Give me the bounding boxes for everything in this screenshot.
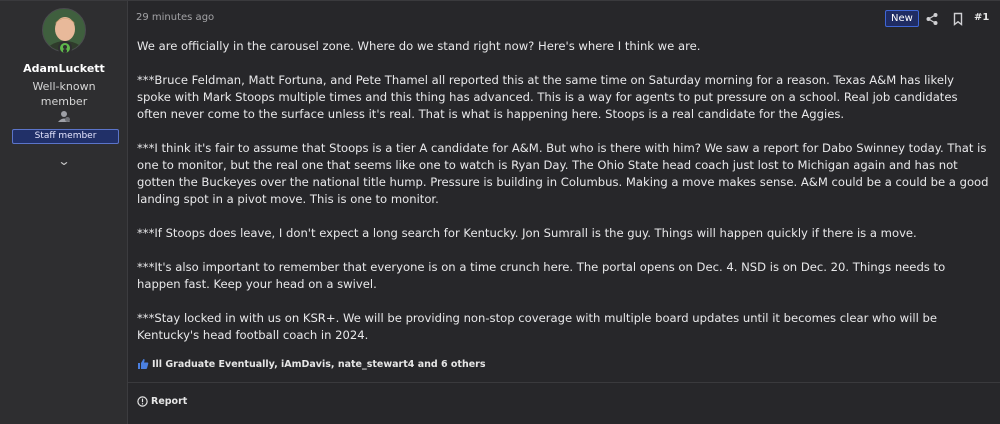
post-paragraph: ***If Stoops does leave, I don't expect …	[137, 226, 917, 240]
username[interactable]: AdamLuckett	[0, 62, 128, 75]
post-paragraph: We are officially in the carousel zone. …	[137, 39, 701, 53]
post-paragraph: ***Stay locked in with us on KSR+. We wi…	[137, 311, 937, 342]
online-status-icon	[58, 41, 72, 55]
report-icon	[137, 396, 148, 407]
post-content: 29 minutes ago New #1 We are officially …	[128, 1, 1000, 424]
user-role-icon	[57, 109, 71, 123]
post-body: We are officially in the carousel zone. …	[137, 38, 989, 344]
post-paragraph: ***It's also important to remember that …	[137, 260, 946, 291]
staff-member-badge: Staff member	[12, 129, 119, 144]
share-icon[interactable]	[925, 11, 939, 25]
reactions-list[interactable]: Ill Graduate Eventually, iAmDavis, nate_…	[152, 359, 486, 370]
bookmark-icon[interactable]	[951, 11, 965, 26]
like-icon	[138, 359, 149, 369]
report-link[interactable]: Report	[137, 396, 187, 407]
post-paragraph: ***I think it's fair to assume that Stoo…	[137, 141, 989, 206]
post-timestamp[interactable]: 29 minutes ago	[136, 12, 214, 23]
reactions-bar[interactable]: Ill Graduate Eventually, iAmDavis, nate_…	[137, 356, 486, 372]
chevron-down-icon[interactable]: ⌄	[55, 154, 73, 168]
post-paragraph: ***Bruce Feldman, Matt Fortuna, and Pete…	[137, 73, 958, 121]
new-badge: New	[885, 10, 919, 27]
user-panel: AdamLuckett Well-known member Staff memb…	[0, 1, 128, 424]
post-number[interactable]: #1	[974, 12, 989, 23]
user-title: Well-known member	[32, 80, 96, 108]
report-label[interactable]: Report	[151, 396, 187, 407]
footer-divider	[128, 382, 1000, 383]
forum-post: AdamLuckett Well-known member Staff memb…	[0, 0, 1000, 424]
